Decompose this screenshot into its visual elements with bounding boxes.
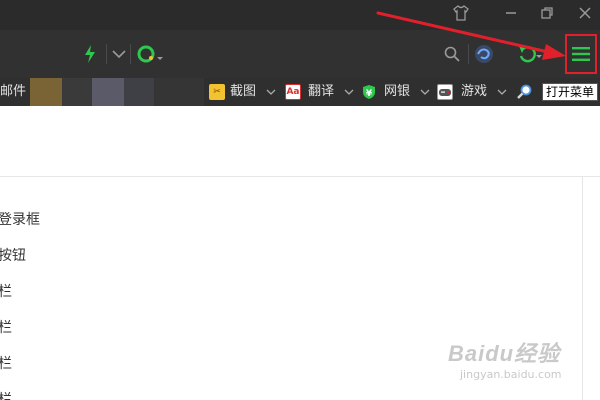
blurred-bookmark[interactable] xyxy=(124,78,154,106)
chevron-down-icon[interactable] xyxy=(266,84,276,100)
magnifier-icon[interactable] xyxy=(516,84,532,100)
watermark-text: Baidu经验 xyxy=(448,341,561,366)
swirl-icon[interactable] xyxy=(472,42,496,66)
watermark-logo: Baidu经验 jingyan.baidu.com xyxy=(448,336,578,386)
screenshot-icon: ✂ xyxy=(209,84,225,100)
chevron-down-icon[interactable] xyxy=(497,84,507,100)
svg-text:¥: ¥ xyxy=(366,89,373,99)
chevron-down-icon[interactable] xyxy=(344,84,354,100)
tool-screenshot[interactable]: 截图 xyxy=(230,83,256,101)
undo-icon[interactable] xyxy=(516,42,544,66)
tool-games[interactable]: 游戏 xyxy=(461,83,487,101)
blurred-bookmark[interactable] xyxy=(62,78,92,106)
tool-banking[interactable]: 网银 xyxy=(384,83,410,101)
navigation-toolbar xyxy=(0,30,600,78)
content-border xyxy=(582,176,583,400)
chevron-down-icon[interactable] xyxy=(420,84,430,100)
bookmarks-bar: 邮件 ✂ 截图 Aa 翻译 ¥ 网银 游戏 xyxy=(0,78,600,106)
title-bar xyxy=(0,0,600,30)
list-item: 栏 xyxy=(0,356,12,372)
toolbar-divider xyxy=(130,44,131,64)
chevron-down-icon[interactable] xyxy=(110,44,128,64)
content-divider xyxy=(0,176,600,177)
lightning-icon[interactable] xyxy=(80,42,100,66)
speed-circle-icon[interactable] xyxy=(134,42,166,66)
menu-icon xyxy=(572,47,590,61)
tool-translate[interactable]: 翻译 xyxy=(308,83,334,101)
toolbar-divider xyxy=(106,44,107,64)
list-item: 登录框 xyxy=(0,212,40,228)
search-icon[interactable] xyxy=(442,44,462,64)
close-icon[interactable] xyxy=(570,0,600,26)
list-item: 按钮 xyxy=(0,248,26,264)
blurred-bookmark[interactable] xyxy=(30,78,62,106)
browser-window: 邮件 ✂ 截图 Aa 翻译 ¥ 网银 游戏 打开菜单 登录框 按钮 栏 栏 栏 … xyxy=(0,0,600,400)
list-item: 栏 xyxy=(0,320,12,336)
list-item: 栏 xyxy=(0,392,12,400)
minimize-icon[interactable] xyxy=(496,0,526,26)
bank-shield-icon: ¥ xyxy=(361,84,377,100)
gamepad-icon xyxy=(437,84,453,100)
toolbar-divider xyxy=(468,44,469,64)
translate-icon: Aa xyxy=(285,84,301,100)
list-item: 栏 xyxy=(0,284,12,300)
shirt-icon[interactable] xyxy=(446,0,476,26)
restore-icon[interactable] xyxy=(532,0,562,26)
blurred-bookmark[interactable] xyxy=(154,78,204,106)
menu-tooltip: 打开菜单 xyxy=(542,83,599,101)
bookmark-mail[interactable]: 邮件 xyxy=(0,83,26,101)
watermark-url: jingyan.baidu.com xyxy=(460,368,562,381)
blurred-bookmark[interactable] xyxy=(92,78,124,106)
menu-button[interactable] xyxy=(565,34,597,74)
